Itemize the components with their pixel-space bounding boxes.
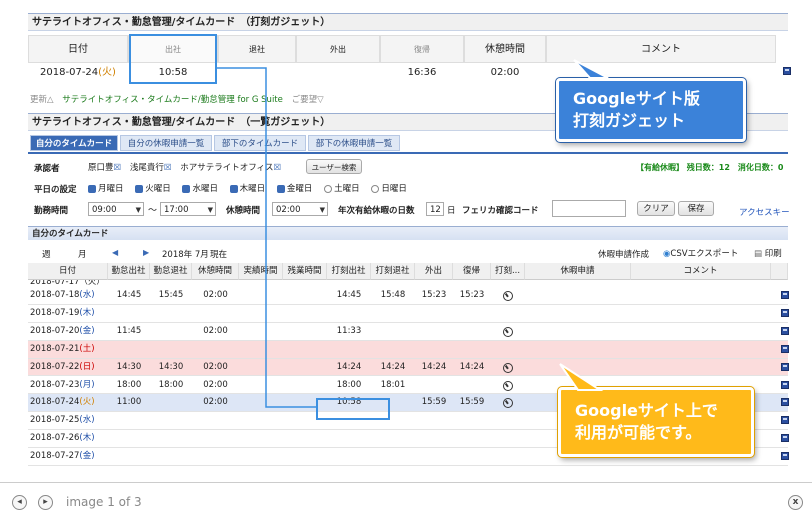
next-image-icon[interactable]: ▸ (38, 495, 53, 510)
close-icon[interactable]: x (788, 495, 803, 510)
image-counter: image 1 of 3 (66, 495, 142, 509)
punch-in-highlight-box (316, 398, 390, 420)
callout-google-sites: Googleサイト上で 利用が可能です。 (558, 387, 754, 457)
callout-pointer (573, 59, 609, 79)
screenshot-frame: サテライトオフィス・勤怠管理/タイムカード （打刻ガジェット） 日付 出社 退社… (0, 0, 812, 483)
connector-line (217, 67, 316, 408)
callout-pointer (559, 363, 604, 391)
previous-image-icon[interactable]: ◂ (12, 495, 27, 510)
callout-punch-gadget: Googleサイト版 打刻ガジェット (556, 78, 746, 142)
